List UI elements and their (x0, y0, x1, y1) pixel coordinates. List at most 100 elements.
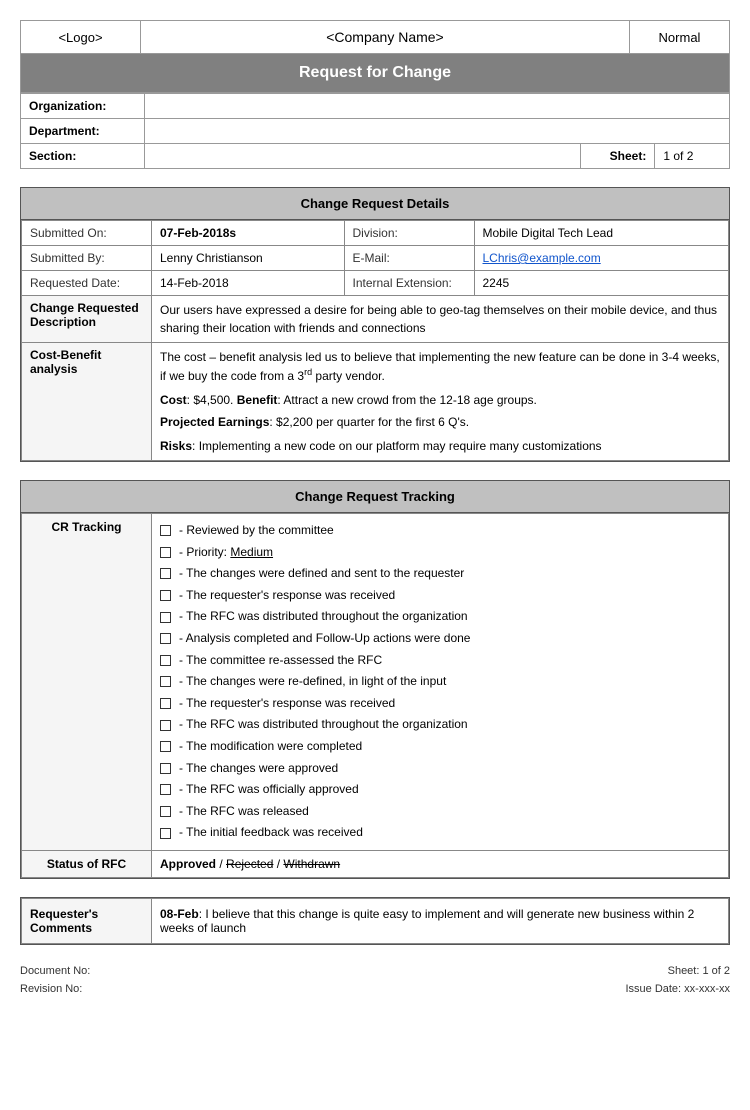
organization-label: Organization: (21, 94, 145, 119)
email-value: LChris@example.com (474, 246, 729, 271)
email-label: E-Mail: (344, 246, 474, 271)
list-item: - The changes were approved (160, 758, 720, 780)
comments-date: 08-Feb: I believe that this change is qu… (160, 907, 694, 935)
tracking-item-text: - The RFC was distributed throughout the… (179, 714, 468, 736)
section-label: Section: (21, 144, 145, 169)
tracking-item-text: - The changes were approved (179, 758, 338, 780)
list-item: - The requester's response was received (160, 693, 720, 715)
comments-value: 08-Feb: I believe that this change is qu… (152, 898, 729, 943)
list-item: - Priority: Medium (160, 542, 720, 564)
organization-value (145, 94, 730, 119)
list-item: - The RFC was released (160, 801, 720, 823)
checkbox-icon (160, 698, 171, 709)
change-desc-value: Our users have expressed a desire for be… (152, 296, 729, 343)
status-rfc-label: Status of RFC (22, 850, 152, 877)
checkbox-icon (160, 547, 171, 558)
tracking-item-text: - Priority: Medium (179, 542, 273, 564)
requested-date-value: 14-Feb-2018 (152, 271, 345, 296)
comments-table: Requester's Comments 08-Feb: I believe t… (21, 898, 729, 944)
checkbox-icon (160, 612, 171, 623)
checkbox-icon (160, 633, 171, 644)
details-table: Submitted On: 07-Feb-2018s Division: Mob… (21, 220, 729, 461)
list-item: - The RFC was officially approved (160, 779, 720, 801)
tracking-items-list: - Reviewed by the committee - Priority: … (160, 520, 720, 844)
list-item: - The requester's response was received (160, 585, 720, 607)
cr-tracking-label: CR Tracking (22, 514, 152, 851)
details-section-header: Change Request Details (21, 188, 729, 220)
style-label: Normal (659, 30, 701, 45)
checkbox-icon (160, 741, 171, 752)
comments-label: Requester's Comments (22, 898, 152, 943)
submitted-on-label: Submitted On: (22, 221, 152, 246)
list-item: - The RFC was distributed throughout the… (160, 606, 720, 628)
style-cell: Normal (630, 21, 730, 54)
internal-ext-value: 2245 (474, 271, 729, 296)
tracking-item-text: - The RFC was released (179, 801, 309, 823)
list-item: - Reviewed by the committee (160, 520, 720, 542)
status-rfc-value: Approved / Rejected / Withdrawn (152, 850, 729, 877)
status-rejected: Rejected (226, 857, 273, 871)
footer-right: Sheet: 1 of 2 Issue Date: xx-xxx-xx (625, 963, 730, 998)
department-value (145, 119, 730, 144)
submitted-by-label: Submitted By: (22, 246, 152, 271)
cost-benefit-label: Cost-Benefit analysis (22, 343, 152, 461)
checkbox-icon (160, 806, 171, 817)
footer-issue-date: Issue Date: xx-xxx-xx (625, 981, 730, 999)
tracking-section-header: Change Request Tracking (21, 481, 729, 513)
header-table: <Logo> <Company Name> Normal (20, 20, 730, 54)
doc-no-row: Document No: (20, 963, 90, 981)
company-name-cell: <Company Name> (141, 21, 630, 54)
division-label: Division: (344, 221, 474, 246)
tracking-item-text: - Reviewed by the committee (179, 520, 334, 542)
submitted-on-value: 07-Feb-2018s (152, 221, 345, 246)
list-item: - The RFC was distributed throughout the… (160, 714, 720, 736)
cost-benefit-risks: Risks: Implementing a new code on our pl… (160, 437, 720, 455)
footer: Document No: Revision No: Sheet: 1 of 2 … (20, 963, 730, 998)
division-value: Mobile Digital Tech Lead (474, 221, 729, 246)
checkbox-icon (160, 525, 171, 536)
submitted-by-value: Lenny Christianson (152, 246, 345, 271)
list-item: - The changes were re-defined, in light … (160, 671, 720, 693)
change-desc-label: Change Requested Description (22, 296, 152, 343)
tracking-item-text: - The modification were completed (179, 736, 362, 758)
internal-ext-label: Internal Extension: (344, 271, 474, 296)
list-item: - The committee re-assessed the RFC (160, 650, 720, 672)
doc-no-label: Document No: (20, 965, 90, 977)
tracking-item-text: - The committee re-assessed the RFC (179, 650, 382, 672)
revision-no-row: Revision No: (20, 981, 90, 999)
logo-cell: <Logo> (21, 21, 141, 54)
footer-sheet: Sheet: 1 of 2 (625, 963, 730, 981)
list-item: - Analysis completed and Follow-Up actio… (160, 628, 720, 650)
email-link[interactable]: LChris@example.com (483, 251, 601, 265)
tracking-table: CR Tracking - Reviewed by the committee … (21, 513, 729, 878)
status-approved: Approved (160, 857, 216, 871)
tracking-item-text: - The changes were re-defined, in light … (179, 671, 446, 693)
sheet-value: 1 of 2 (655, 144, 730, 169)
checkbox-icon (160, 590, 171, 601)
change-request-tracking-section: Change Request Tracking CR Tracking - Re… (20, 480, 730, 879)
company-name: <Company Name> (326, 29, 444, 45)
cost-benefit-projected: Projected Earnings: $2,200 per quarter f… (160, 413, 720, 431)
revision-label: Revision No: (20, 983, 82, 995)
change-request-details-section: Change Request Details Submitted On: 07-… (20, 187, 730, 462)
tracking-item-text: - The changes were defined and sent to t… (179, 563, 464, 585)
tracking-item-text: - The initial feedback was received (179, 822, 363, 844)
logo-text: <Logo> (58, 30, 102, 45)
tracking-item-text: - The requester's response was received (179, 585, 395, 607)
form-title: Request for Change (20, 54, 730, 93)
checkbox-icon (160, 828, 171, 839)
checkbox-icon (160, 720, 171, 731)
requested-date-label: Requested Date: (22, 271, 152, 296)
comments-section: Requester's Comments 08-Feb: I believe t… (20, 897, 730, 945)
tracking-item-text: - Analysis completed and Follow-Up actio… (179, 628, 470, 650)
cost-benefit-content: The cost – benefit analysis led us to be… (152, 343, 729, 461)
tracking-item-text: - The RFC was distributed throughout the… (179, 606, 468, 628)
list-item: - The initial feedback was received (160, 822, 720, 844)
sheet-label: Sheet: (580, 144, 655, 169)
tracking-items-cell: - Reviewed by the committee - Priority: … (152, 514, 729, 851)
tracking-item-text: - The RFC was officially approved (179, 779, 359, 801)
footer-left: Document No: Revision No: (20, 963, 90, 998)
cost-benefit-intro: The cost – benefit analysis led us to be… (160, 348, 720, 385)
tracking-item-text: - The requester's response was received (179, 693, 395, 715)
checkbox-icon (160, 655, 171, 666)
